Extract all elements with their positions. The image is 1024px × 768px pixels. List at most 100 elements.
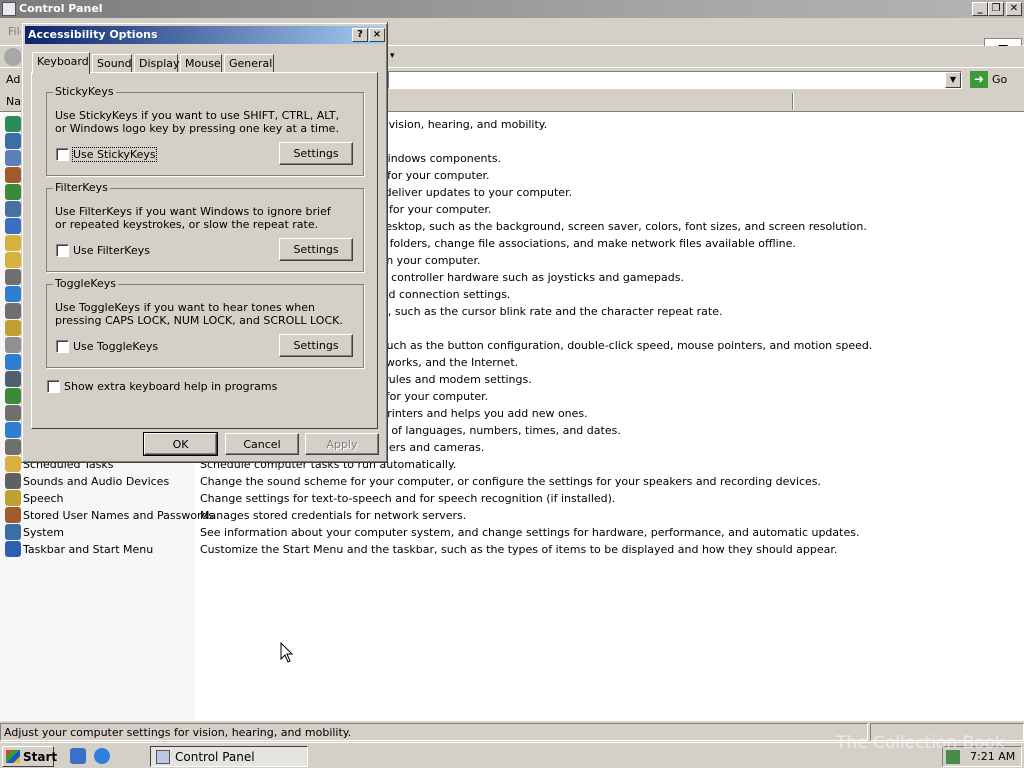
internet-icon	[5, 286, 21, 302]
network-icon	[5, 354, 21, 370]
credentials-icon	[5, 507, 21, 523]
sound-icon	[5, 473, 21, 489]
windows-flag-icon	[6, 750, 20, 763]
display-icon	[5, 218, 21, 234]
tab-general[interactable]: General	[224, 54, 274, 73]
address-input[interactable]: ▼	[388, 71, 962, 89]
list-item-name: Stored User Names and Passwords	[23, 509, 215, 522]
list-item[interactable]: System See information about your compute…	[0, 524, 1024, 541]
list-item[interactable]: Stored User Names and Passwords Manages s…	[0, 507, 1024, 524]
list-item[interactable]: Sounds and Audio Devices Change the sound…	[0, 473, 1024, 490]
column-separator[interactable]	[792, 93, 794, 110]
stickykeys-checkbox-label[interactable]: Use StickyKeys	[72, 147, 157, 162]
chevron-down-icon[interactable]: ▾	[390, 51, 395, 61]
scanner-icon	[5, 439, 21, 455]
speech-icon	[5, 490, 21, 506]
licensing-icon	[5, 320, 21, 336]
togglekeys-settings-button[interactable]: Settings	[279, 334, 353, 357]
regional-icon	[5, 422, 21, 438]
ok-button[interactable]: OK	[143, 432, 218, 456]
watermark: The Collection Book	[836, 733, 1005, 753]
tab-sound[interactable]: Sound	[92, 54, 132, 73]
extra-help-checkbox-label[interactable]: Show extra keyboard help in programs	[64, 380, 277, 393]
tab-keyboard[interactable]: Keyboard	[32, 52, 90, 74]
settings-button-label: Settings	[293, 243, 339, 256]
taskbar-icon	[5, 541, 21, 557]
apply-button[interactable]: Apply	[305, 433, 379, 455]
togglekeys-checkbox-label[interactable]: Use ToggleKeys	[73, 340, 158, 353]
filterkeys-description: Use FilterKeys if you want Windows to ig…	[55, 205, 331, 231]
list-item-name: System	[23, 526, 65, 539]
cancel-button[interactable]: Cancel	[225, 433, 299, 455]
togglekeys-description: Use ToggleKeys if you want to hear tones…	[55, 301, 343, 327]
dialog-close-button[interactable]: ×	[369, 28, 385, 42]
list-item-description: Change settings for text-to-speech and f…	[200, 492, 616, 505]
game-controller-icon	[5, 269, 21, 285]
ok-label: OK	[172, 438, 189, 451]
quicklaunch-explorer-icon[interactable]	[70, 748, 86, 764]
tab-display[interactable]: Display	[134, 54, 180, 73]
minimize-button[interactable]: _	[972, 2, 988, 16]
list-item-description: Manages stored credentials for network s…	[200, 509, 467, 522]
filterkeys-settings-button[interactable]: Settings	[279, 238, 353, 261]
stickykeys-settings-button[interactable]: Settings	[279, 142, 353, 165]
taskbar-button-control-panel[interactable]: Control Panel	[150, 746, 308, 767]
status-text: Adjust your computer settings for vision…	[4, 726, 352, 739]
list-item[interactable]: Speech Change settings for text-to-speech…	[0, 490, 1024, 507]
folder-icon	[5, 235, 21, 251]
phone-icon	[5, 371, 21, 387]
stickykeys-group: StickyKeys Use StickyKeys if you want to…	[46, 85, 364, 176]
system-icon	[5, 524, 21, 540]
window-title-bar: Control Panel _ ❐ ✕	[0, 0, 1024, 18]
filterkeys-group: FilterKeys Use FilterKeys if you want Wi…	[46, 181, 364, 272]
accessibility-icon	[5, 116, 21, 132]
programs-icon	[5, 150, 21, 166]
tab-mouse[interactable]: Mouse	[180, 54, 222, 73]
go-arrow-icon: ➜	[970, 71, 988, 88]
address-label: Address	[6, 73, 20, 86]
address-dropdown-icon[interactable]: ▼	[945, 72, 961, 88]
togglekeys-title: ToggleKeys	[53, 277, 119, 290]
back-icon[interactable]	[4, 48, 22, 66]
quicklaunch-ie-icon[interactable]	[94, 748, 110, 764]
keyboard-tab-panel: StickyKeys Use StickyKeys if you want to…	[31, 72, 378, 429]
filterkeys-title: FilterKeys	[53, 181, 110, 194]
list-item-name: Sounds and Audio Devices	[23, 475, 170, 488]
scheduled-icon	[5, 456, 21, 472]
dialog-title-bar: Accessibility Options ? ×	[25, 26, 385, 44]
add-hardware-icon	[5, 133, 21, 149]
control-panel-icon	[156, 750, 170, 764]
togglekeys-group: ToggleKeys Use ToggleKeys if you want to…	[46, 277, 364, 368]
apply-label: Apply	[326, 438, 358, 451]
list-item[interactable]: Taskbar and Start Menu Customize the Star…	[0, 541, 1024, 558]
go-button[interactable]: ➜ Go	[968, 70, 1022, 90]
power-icon	[5, 388, 21, 404]
fonts-icon	[5, 252, 21, 268]
printer-icon	[5, 405, 21, 421]
list-item-name: Speech	[23, 492, 64, 505]
start-button[interactable]: Start	[2, 746, 57, 767]
close-button[interactable]: ✕	[1006, 2, 1022, 16]
status-panel: Adjust your computer settings for vision…	[0, 723, 868, 741]
stickykeys-description: Use StickyKeys if you want to use SHIFT,…	[55, 109, 340, 135]
help-button[interactable]: ?	[352, 28, 368, 42]
list-item-description: See information about your computer syst…	[200, 526, 860, 539]
stickykeys-checkbox[interactable]	[56, 148, 69, 161]
settings-button-label: Settings	[293, 339, 339, 352]
list-item-name: Taskbar and Start Menu	[23, 543, 154, 556]
accessibility-options-dialog: Accessibility Options ? × Keyboard Sound…	[21, 22, 388, 463]
date-time-icon	[5, 201, 21, 217]
control-panel-icon	[2, 2, 16, 16]
list-item-description: Customize the Start Menu and the taskbar…	[200, 543, 838, 556]
updates-icon	[5, 184, 21, 200]
admin-tools-icon	[5, 167, 21, 183]
filterkeys-checkbox[interactable]	[56, 244, 69, 257]
window-title: Control Panel	[19, 2, 103, 15]
restore-button[interactable]: ❐	[988, 2, 1004, 16]
go-label: Go	[992, 73, 1008, 86]
togglekeys-checkbox[interactable]	[56, 340, 69, 353]
extra-help-checkbox[interactable]	[47, 380, 60, 393]
filterkeys-checkbox-label[interactable]: Use FilterKeys	[73, 244, 150, 257]
mouse-icon	[5, 337, 21, 353]
cancel-label: Cancel	[243, 438, 281, 451]
